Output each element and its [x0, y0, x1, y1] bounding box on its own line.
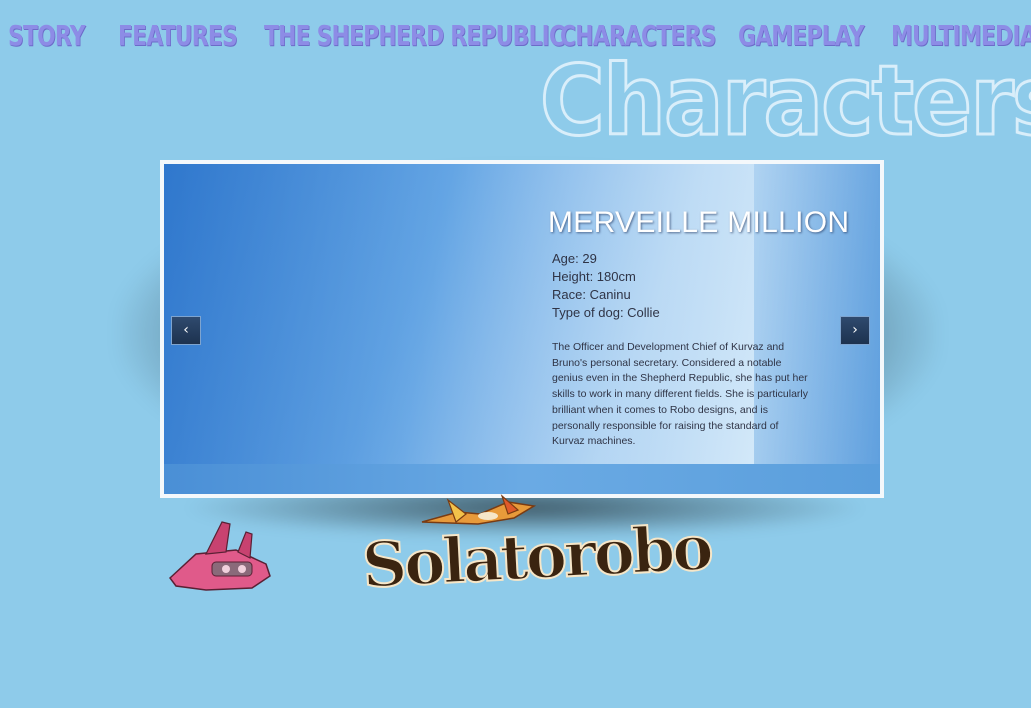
nav-features[interactable]: Features	[118, 14, 238, 58]
nav-story[interactable]: Story	[8, 14, 86, 58]
character-bio: The Officer and Development Chief of Kur…	[552, 341, 808, 448]
character-slider: MERVEILLE MILLION Age: 29 Height: 180cm …	[160, 160, 884, 498]
chevron-left-icon: ‹	[183, 322, 189, 338]
chevron-right-icon: ›	[852, 322, 858, 338]
character-name: MERVEILLE MILLION	[548, 206, 850, 239]
stat-age: Age: 29	[552, 251, 597, 266]
page: Story Features The Shepherd Republic Cha…	[0, 0, 1031, 708]
section-heading: Characters	[539, 45, 1031, 158]
logo-text: Solatorobo	[359, 510, 713, 603]
stat-race: Race: Caninu	[552, 287, 631, 302]
game-logo: Solatorobo	[359, 510, 713, 610]
prev-slide-button[interactable]: ‹	[171, 316, 201, 345]
stat-height: Height: 180cm	[552, 269, 636, 284]
pink-airship-illustration	[168, 521, 271, 591]
stat-dog-type: Type of dog: Collie	[552, 305, 660, 320]
next-slide-button[interactable]: ›	[840, 316, 870, 345]
character-stats: Age: 29 Height: 180cm Race: Caninu Type …	[552, 250, 660, 322]
nav-shepherd-republic[interactable]: The Shepherd Republic	[264, 14, 565, 58]
